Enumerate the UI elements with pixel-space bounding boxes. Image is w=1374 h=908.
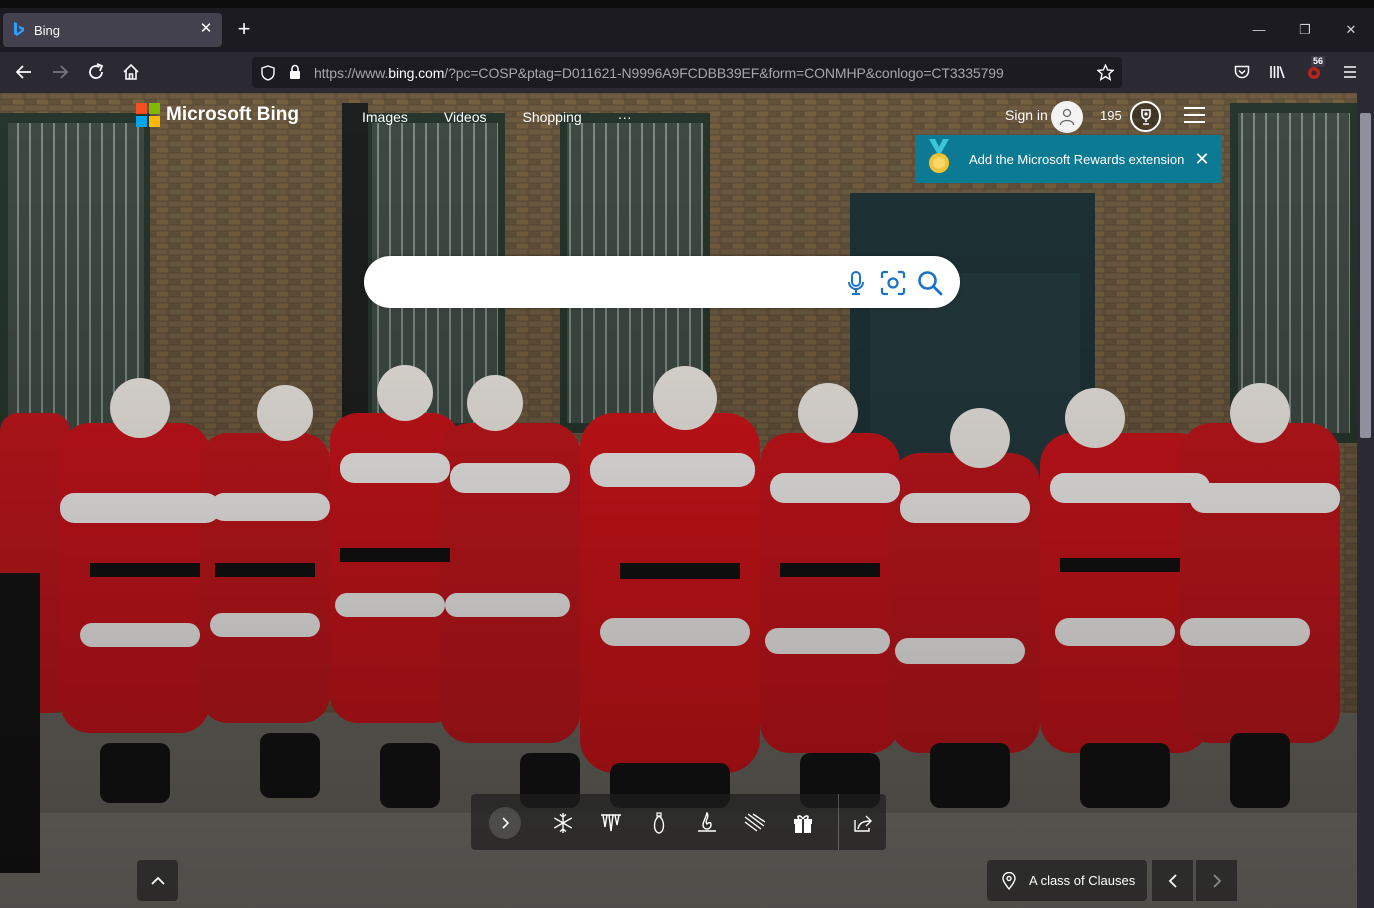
- medal-icon: [929, 139, 949, 173]
- tab-bar: Bing ✕ + — ❐ ✕: [0, 8, 1374, 52]
- nav-videos[interactable]: Videos: [444, 109, 487, 125]
- tab-close-icon[interactable]: ✕: [198, 21, 214, 37]
- rewards-points[interactable]: 195: [1100, 108, 1122, 123]
- chevron-right-icon: [502, 817, 510, 829]
- search-icon[interactable]: [917, 270, 943, 296]
- new-tab-button[interactable]: +: [234, 18, 254, 40]
- bookmark-star-icon[interactable]: [1097, 64, 1114, 81]
- next-image-button[interactable]: [1196, 860, 1237, 901]
- expand-toolbar-button[interactable]: [489, 807, 521, 839]
- ornament-icon[interactable]: [647, 811, 671, 835]
- search-input[interactable]: [384, 266, 844, 298]
- chevron-up-icon: [150, 876, 165, 885]
- background-image: [0, 93, 1357, 908]
- visual-search-icon[interactable]: [880, 270, 906, 296]
- reload-icon[interactable]: [85, 61, 107, 83]
- rewards-banner-close-icon[interactable]: ✕: [1193, 150, 1211, 168]
- gift-icon[interactable]: [791, 811, 815, 835]
- image-toolbar: [471, 794, 886, 850]
- sign-in-link[interactable]: Sign in: [1005, 107, 1048, 123]
- user-icon: [1059, 108, 1075, 126]
- close-window-icon[interactable]: ✕: [1341, 20, 1361, 40]
- fire-icon[interactable]: [695, 811, 719, 835]
- nav-shopping[interactable]: Shopping: [522, 109, 581, 125]
- toolbar-divider: [838, 794, 839, 850]
- rewards-trophy-icon[interactable]: [1130, 101, 1161, 132]
- wind-snow-icon[interactable]: [743, 811, 767, 835]
- url-text[interactable]: https://www.bing.com/?pc=COSP&ptag=D0116…: [314, 65, 1004, 81]
- chevron-left-icon: [1168, 873, 1177, 888]
- home-icon[interactable]: [120, 61, 142, 83]
- previous-image-button[interactable]: [1152, 860, 1193, 901]
- tab-title: Bing: [34, 22, 61, 38]
- icicles-icon[interactable]: [599, 811, 623, 835]
- tab-bing[interactable]: Bing ✕: [3, 13, 222, 47]
- bing-logo[interactable]: Microsoft Bing: [136, 103, 299, 127]
- nav-more[interactable]: ···: [618, 109, 632, 125]
- page-scrollbar[interactable]: [1357, 93, 1374, 908]
- back-icon[interactable]: [13, 61, 35, 83]
- library-icon[interactable]: [1267, 61, 1289, 83]
- window-top-edge: [0, 0, 1374, 8]
- chevron-right-icon: [1212, 873, 1221, 888]
- address-bar[interactable]: https://www.bing.com/?pc=COSP&ptag=D0116…: [252, 57, 1122, 88]
- bing-favicon-icon: [14, 22, 24, 36]
- navigation-toolbar: https://www.bing.com/?pc=COSP&ptag=D0116…: [0, 52, 1374, 93]
- settings-menu-icon[interactable]: [1184, 107, 1205, 125]
- minimize-icon[interactable]: —: [1249, 20, 1269, 40]
- pocket-icon[interactable]: [1231, 61, 1253, 83]
- page-content: Microsoft Bing Images Videos Shopping ··…: [0, 93, 1374, 908]
- app-menu-icon[interactable]: [1339, 61, 1361, 83]
- microsoft-logo-icon: [136, 103, 160, 127]
- nav-images[interactable]: Images: [362, 109, 408, 125]
- microphone-icon[interactable]: [843, 270, 869, 296]
- search-box[interactable]: [364, 256, 960, 308]
- image-caption[interactable]: A class of Clauses: [987, 860, 1147, 901]
- extension-badge: 56: [1311, 56, 1326, 67]
- logo-text: Microsoft Bing: [166, 104, 299, 125]
- scroll-up-button[interactable]: [137, 860, 178, 901]
- snowflake-icon[interactable]: [551, 811, 575, 835]
- restore-icon[interactable]: ❐: [1295, 20, 1315, 40]
- caption-text: A class of Clauses: [1029, 873, 1136, 888]
- avatar[interactable]: [1051, 101, 1083, 133]
- top-nav: Images Videos Shopping ···: [362, 109, 632, 125]
- rewards-extension-banner[interactable]: Add the Microsoft Rewards extension ✕: [915, 135, 1221, 183]
- location-pin-icon: [1002, 871, 1016, 890]
- forward-icon[interactable]: [49, 61, 71, 83]
- rewards-banner-text: Add the Microsoft Rewards extension: [969, 151, 1185, 167]
- share-icon[interactable]: [851, 811, 875, 835]
- lock-icon[interactable]: [288, 64, 302, 80]
- tracking-shield-icon[interactable]: [260, 65, 276, 81]
- extension-icon[interactable]: 56: [1303, 56, 1326, 83]
- scrollbar-thumb[interactable]: [1360, 113, 1371, 438]
